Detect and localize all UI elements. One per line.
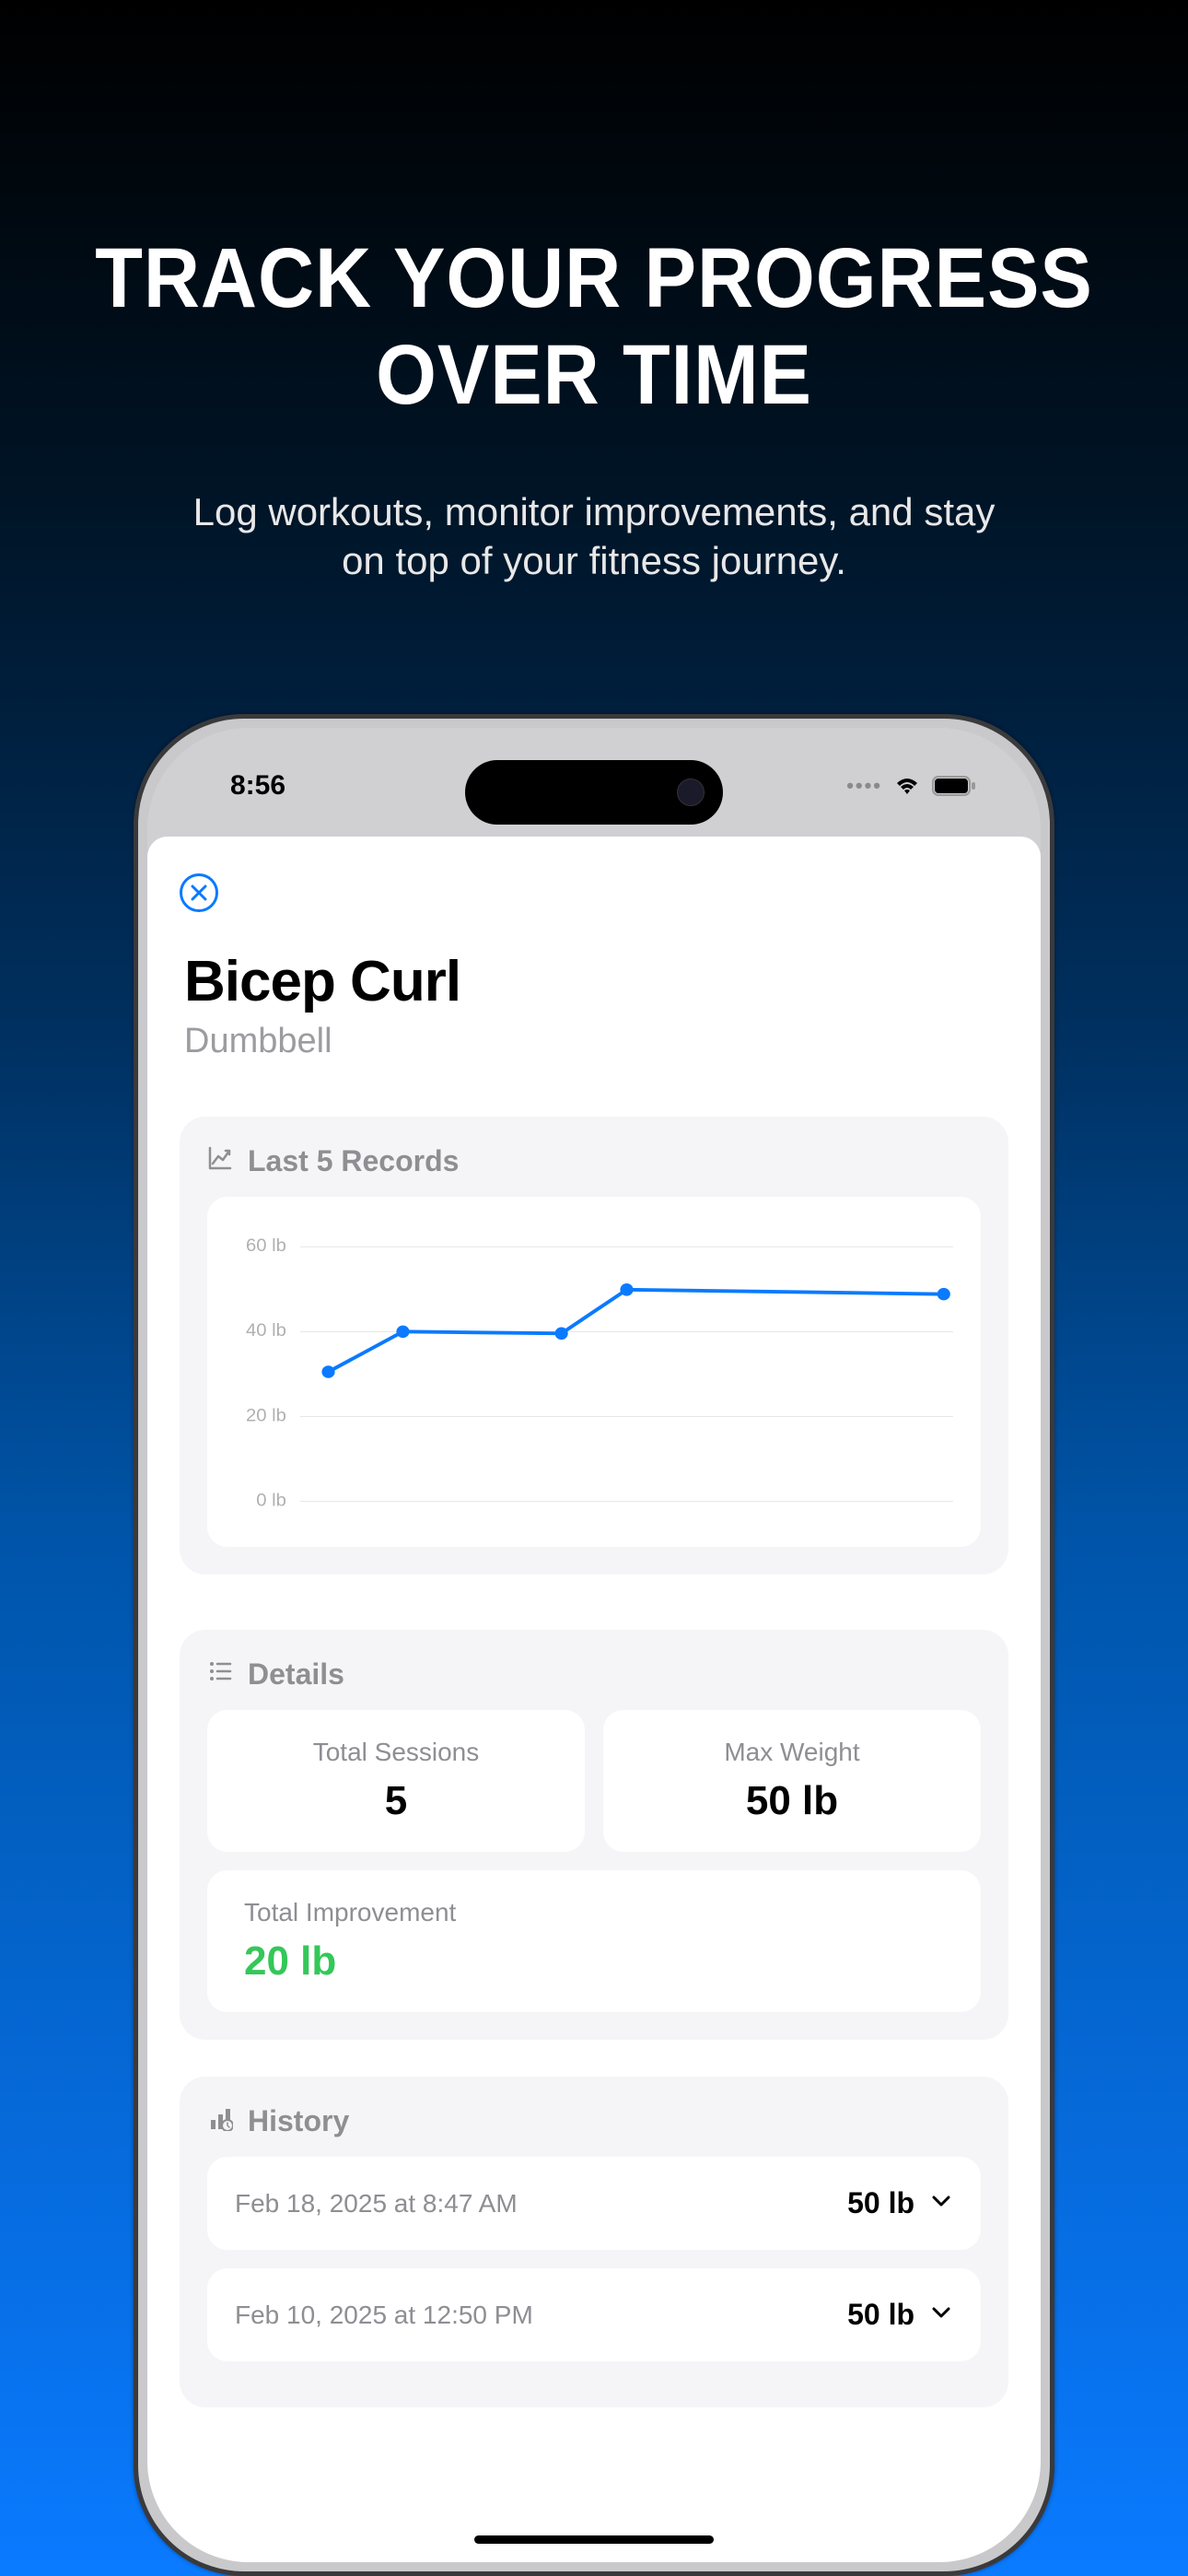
- history-date: Feb 18, 2025 at 8:47 AM: [235, 2189, 518, 2219]
- marketing-headline: TRACK YOUR PROGRESS OVER TIME: [48, 230, 1141, 424]
- chevron-down-icon: [929, 2301, 953, 2329]
- total-improvement-label: Total Improvement: [244, 1898, 962, 1927]
- data-point: [620, 1283, 633, 1296]
- total-sessions-label: Total Sessions: [226, 1738, 566, 1767]
- close-button[interactable]: [180, 873, 218, 912]
- y-tick-60: 60 lb: [246, 1235, 286, 1256]
- data-point: [321, 1365, 334, 1378]
- home-indicator[interactable]: [474, 2535, 714, 2544]
- total-sessions-value: 5: [226, 1778, 566, 1824]
- records-title: Last 5 Records: [248, 1144, 459, 1178]
- history-weight: 50 lb: [847, 2186, 914, 2220]
- list-icon: [207, 1657, 233, 1692]
- status-time: 8:56: [198, 770, 285, 802]
- chevron-down-icon: [929, 2189, 953, 2218]
- total-sessions-stat: Total Sessions 5: [207, 1710, 585, 1852]
- marketing-subheadline: Log workouts, monitor improvements, and …: [180, 488, 1008, 585]
- front-camera: [677, 779, 705, 806]
- chart-icon: [207, 1144, 233, 1178]
- details-title: Details: [248, 1657, 344, 1692]
- history-row[interactable]: Feb 10, 2025 at 12:50 PM 50 lb: [207, 2268, 981, 2361]
- exercise-title: Bicep Curl: [184, 949, 1008, 1014]
- data-point: [555, 1328, 568, 1341]
- details-card: Details Total Sessions 5 Max Weight 50 l…: [180, 1630, 1008, 2040]
- chart-series-line: [329, 1290, 944, 1372]
- cellular-dots-icon: ••••: [846, 774, 882, 798]
- records-card: Last 5 Records 60 lb 40 lb 20 lb 0 lb: [180, 1117, 1008, 1575]
- battery-icon: [932, 776, 976, 796]
- data-point: [396, 1326, 409, 1339]
- history-icon: [207, 2104, 233, 2138]
- total-improvement-value: 20 lb: [244, 1938, 962, 1985]
- wifi-icon: [893, 776, 921, 796]
- history-date: Feb 10, 2025 at 12:50 PM: [235, 2301, 533, 2330]
- line-chart: 60 lb 40 lb 20 lb 0 lb: [207, 1197, 981, 1547]
- history-card: History Feb 18, 2025 at 8:47 AM 50 lb Fe…: [180, 2077, 1008, 2407]
- y-tick-20: 20 lb: [246, 1406, 286, 1426]
- max-weight-label: Max Weight: [622, 1738, 962, 1767]
- exercise-equipment: Dumbbell: [184, 1022, 1008, 1061]
- history-row[interactable]: Feb 18, 2025 at 8:47 AM 50 lb: [207, 2157, 981, 2250]
- y-tick-0: 0 lb: [256, 1491, 286, 1511]
- app-content: Bicep Curl Dumbbell Last 5 Records 60 lb…: [147, 837, 1041, 2562]
- phone-screen: 8:56 •••• Bicep Curl Dumbbell: [147, 728, 1041, 2562]
- total-improvement-stat: Total Improvement 20 lb: [207, 1870, 981, 2012]
- max-weight-value: 50 lb: [622, 1778, 962, 1824]
- y-tick-40: 40 lb: [246, 1321, 286, 1341]
- data-point: [938, 1288, 950, 1301]
- history-weight: 50 lb: [847, 2298, 914, 2332]
- dynamic-island: [465, 760, 723, 825]
- max-weight-stat: Max Weight 50 lb: [603, 1710, 981, 1852]
- history-title: History: [248, 2104, 349, 2138]
- phone-frame: 8:56 •••• Bicep Curl Dumbbell: [134, 714, 1054, 2576]
